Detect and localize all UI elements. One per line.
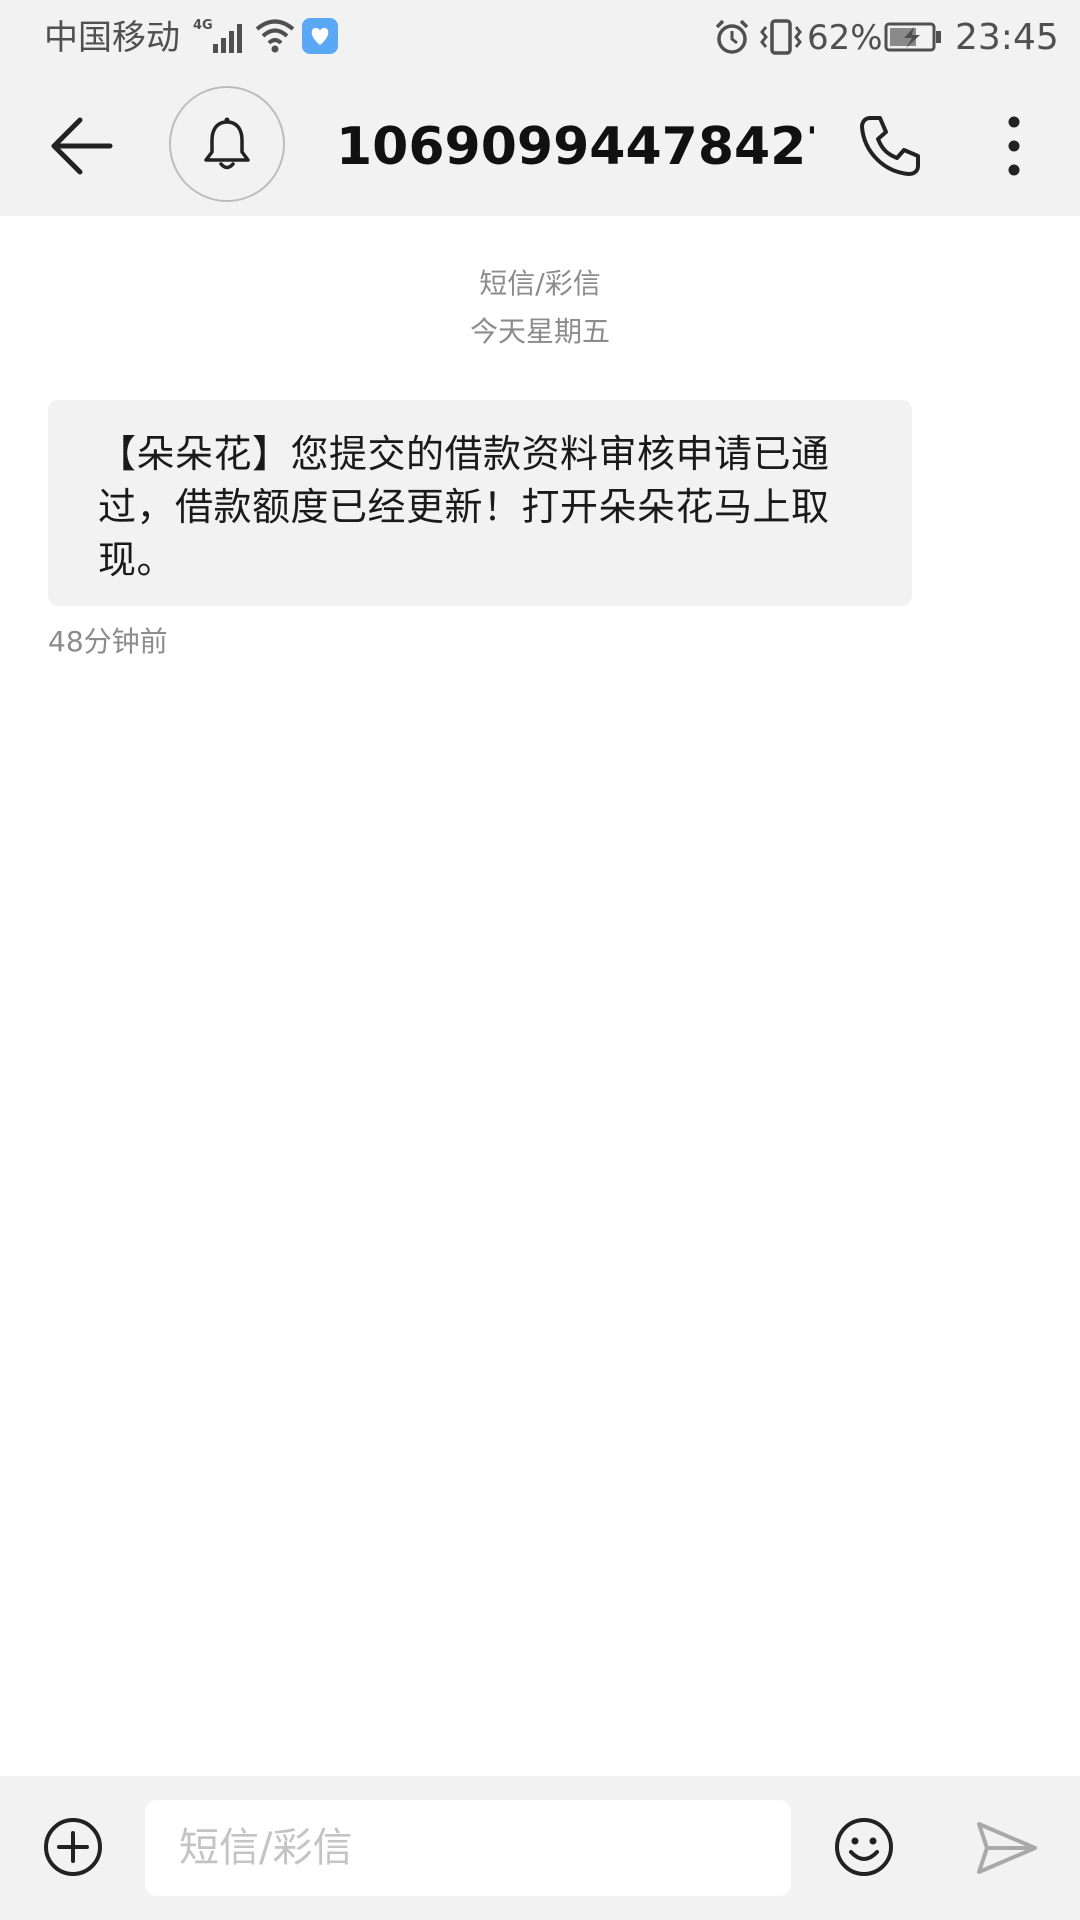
battery-charging-icon bbox=[884, 22, 942, 52]
message-timestamp: 48分钟前 bbox=[48, 625, 168, 658]
attach-button[interactable] bbox=[42, 1816, 104, 1878]
contact-avatar[interactable] bbox=[169, 86, 285, 202]
more-options-button[interactable] bbox=[994, 112, 1034, 180]
alarm-icon bbox=[713, 18, 751, 56]
bell-icon bbox=[204, 117, 250, 170]
call-button[interactable] bbox=[856, 112, 924, 180]
back-arrow-icon bbox=[51, 117, 113, 175]
notification-app-icon bbox=[302, 18, 338, 54]
phone-icon bbox=[860, 116, 920, 176]
send-icon bbox=[977, 1822, 1037, 1874]
compose-bar bbox=[0, 1776, 1080, 1920]
4g-signal-icon: 4G bbox=[193, 16, 247, 56]
emoji-button[interactable] bbox=[833, 1816, 895, 1878]
vibrate-icon bbox=[759, 18, 803, 56]
carrier-label: 中国移动 bbox=[44, 18, 180, 58]
send-button[interactable] bbox=[975, 1820, 1039, 1876]
contact-title[interactable]: 10690994478427… bbox=[336, 112, 814, 182]
wifi-icon bbox=[254, 17, 296, 55]
message-input[interactable] bbox=[145, 1800, 791, 1896]
add-circle-icon bbox=[44, 1818, 102, 1876]
back-button[interactable] bbox=[46, 114, 118, 178]
status-bar: 中国移动 4G 62% 23:45 bbox=[0, 0, 1080, 76]
clock-time: 23:45 bbox=[955, 17, 1059, 58]
battery-percent: 62% bbox=[807, 18, 883, 58]
more-vertical-icon bbox=[1008, 116, 1020, 176]
emoji-icon bbox=[835, 1818, 893, 1876]
message-text: 【朵朵花】您提交的借款资料审核申请已通过，借款额度已经更新！打开朵朵花马上取现。 bbox=[98, 432, 830, 582]
message-type-label: 短信/彩信 bbox=[479, 267, 601, 300]
date-label: 今天星期五 bbox=[469, 315, 610, 348]
message-bubble[interactable]: 【朵朵花】您提交的借款资料审核申请已通过，借款额度已经更新！打开朵朵花马上取现。 bbox=[48, 400, 912, 606]
conversation-header: 10690994478427… bbox=[0, 76, 1080, 216]
svg-text:4G: 4G bbox=[193, 18, 213, 33]
